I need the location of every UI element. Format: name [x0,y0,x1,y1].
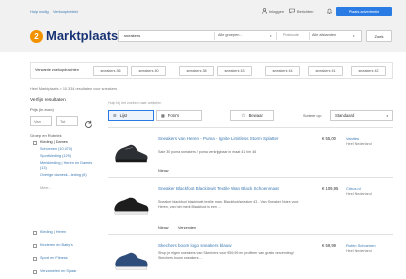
save-search-label: Bewaar [248,113,263,118]
logo[interactable]: Marktplaats [46,28,118,43]
chip-sneakers-36[interactable]: sneakers 36 [93,66,128,76]
related-searches-bar: Verwante zoekopdrachten sneakers 36 snea… [30,62,393,79]
place-ad-button[interactable]: Plaats advertentie [336,7,392,16]
category-merkkleding[interactable]: Merkkleding | Heren en Dames (13) [40,161,100,171]
checkbox[interactable] [33,231,37,235]
listing-location: Heel Nederland [346,142,372,146]
listing-description: Shop je eigen sneakers van Skechers voor… [158,251,294,260]
category-sport[interactable]: Sport en Fitness [40,256,68,261]
photo-view-toggle[interactable]: ▦ Foto's [156,110,202,121]
breadcrumb[interactable]: Heel Marktplaats > 10.334 resultaten voo… [30,87,117,91]
bell-icon[interactable] [326,8,333,15]
chat-icon [289,8,295,15]
sort-label: Sorteer op: [303,114,322,118]
category-overige[interactable]: Overige damesk...leding (6) [40,173,100,178]
category-sportkleding[interactable]: Sportkleding (129) [40,154,71,159]
chevron-down-icon: ▾ [353,34,355,38]
divider [309,32,310,40]
price-label: Prijs (in euro) [30,107,54,112]
sort-select[interactable]: Standaard ▾ [330,110,393,121]
category-verzamelen[interactable]: Verzamelen en Spaar [40,269,77,274]
group-select[interactable]: Alle groepen... [218,33,243,37]
listing-price: € 109,95 [322,186,339,191]
listing-description: Sneaker blackfoot blackinwit textile man… [158,200,299,209]
divider [276,32,277,40]
listing-seller[interactable]: Vanites [346,136,359,141]
related-searches-label: Verwante zoekopdrachten [35,68,79,72]
chip-sneakers-41[interactable]: sneakers 41 [308,66,343,76]
listing-title[interactable]: Skechers boom logo sneakers blauw [158,243,298,249]
listing-title[interactable]: Sneaker Blackfoot Blackinwit Textile Wan… [158,186,298,192]
group-label: Groep en Rubriek [30,133,62,138]
chip-sneakers-42[interactable]: sneakers 42 [351,66,386,76]
list-item[interactable]: Sneakers van Heren - Puma - Ignite Limit… [108,127,393,177]
chip-sneakers-44[interactable]: sneakers 44 [265,66,300,76]
save-search-button[interactable]: ☆ Bewaar [230,110,274,121]
listing-location: Heel Nederland [346,192,372,196]
postcode-input[interactable]: Postcode [283,33,299,37]
chevron-down-icon: ▾ [270,34,272,38]
chip-sneakers-43[interactable]: sneakers 43 [217,66,252,76]
checkbox[interactable] [33,141,37,145]
grid-icon: ▦ [161,113,165,118]
listing-title[interactable]: Sneakers van Heren - Puma - Ignite Limit… [158,136,298,142]
refine-title: Verfijn resultaten [30,98,66,103]
category-kinderen[interactable]: Kinderen en Baby's [40,243,73,248]
search-button[interactable]: Zoek [366,30,392,42]
photo-view-label: Foto's [167,113,180,118]
category-dames[interactable]: Kleding | Dames [40,140,68,145]
price-from-input[interactable]: Van [30,116,52,126]
listing-price: € 55,00 [322,136,336,141]
listing-photo[interactable] [112,192,150,218]
listing-description: Sale 30 puma sneakers / puma verkrijgbaa… [158,150,257,154]
sort-value: Standaard [335,113,355,118]
user-icon [262,8,267,15]
listing-seller[interactable]: Robin Schoenen [346,243,376,248]
listing-seller[interactable]: Citrus.nl [346,186,361,191]
distance-select[interactable]: Alle afstanden [312,33,336,37]
help-link[interactable]: Hulp nodig [30,9,49,14]
listing-badge: Nieuw [158,226,169,230]
chevron-down-icon: ▾ [386,113,388,118]
divider [214,32,215,40]
price-to-input[interactable]: Tot [56,116,78,126]
listing-photo[interactable] [112,247,150,273]
category-heren[interactable]: Kleding | Heren [40,230,66,235]
category-schoenen[interactable]: Schoenen (10.070) [40,147,72,152]
checkbox[interactable] [33,270,37,274]
more-link[interactable]: Meer... [40,186,52,191]
star-icon: ☆ [241,112,246,119]
refresh-icon[interactable] [84,116,93,134]
policy-link[interactable]: Verkoopbeleid [53,9,78,14]
search-input[interactable]: sneakers [124,33,140,38]
checkbox[interactable] [33,257,37,261]
checkbox[interactable] [33,244,37,248]
listing-photo[interactable] [112,140,150,166]
chip-sneakers-40[interactable]: sneakers 40 [131,66,166,76]
login-link[interactable]: Inloggen [269,9,284,14]
listing-price: € 59,99 [322,243,336,248]
list-icon: ☰ [113,113,117,118]
list-item[interactable]: Skechers boom logo sneakers blauw Shop j… [108,234,393,279]
shipping-badge: Verzenden [178,226,197,230]
search-bar: sneakers Alle groepen... ▾ Postcode Alle… [118,30,362,42]
listing-badge: Nieuw [158,169,169,173]
toolbar-hint: Hulp bij het zoeken naar artikelen [108,101,162,105]
messages-link[interactable]: Berichten [297,9,313,14]
chip-sneakers-38[interactable]: sneakers 38 [179,66,214,76]
logo-mark[interactable]: 2 [30,30,43,43]
list-view-toggle[interactable]: ☰ Lijst [108,110,154,121]
list-item[interactable]: Sneaker Blackfoot Blackinwit Textile Wan… [108,177,393,234]
listing-location: Heel Nederland [346,249,372,253]
list-view-label: Lijst [119,113,128,118]
